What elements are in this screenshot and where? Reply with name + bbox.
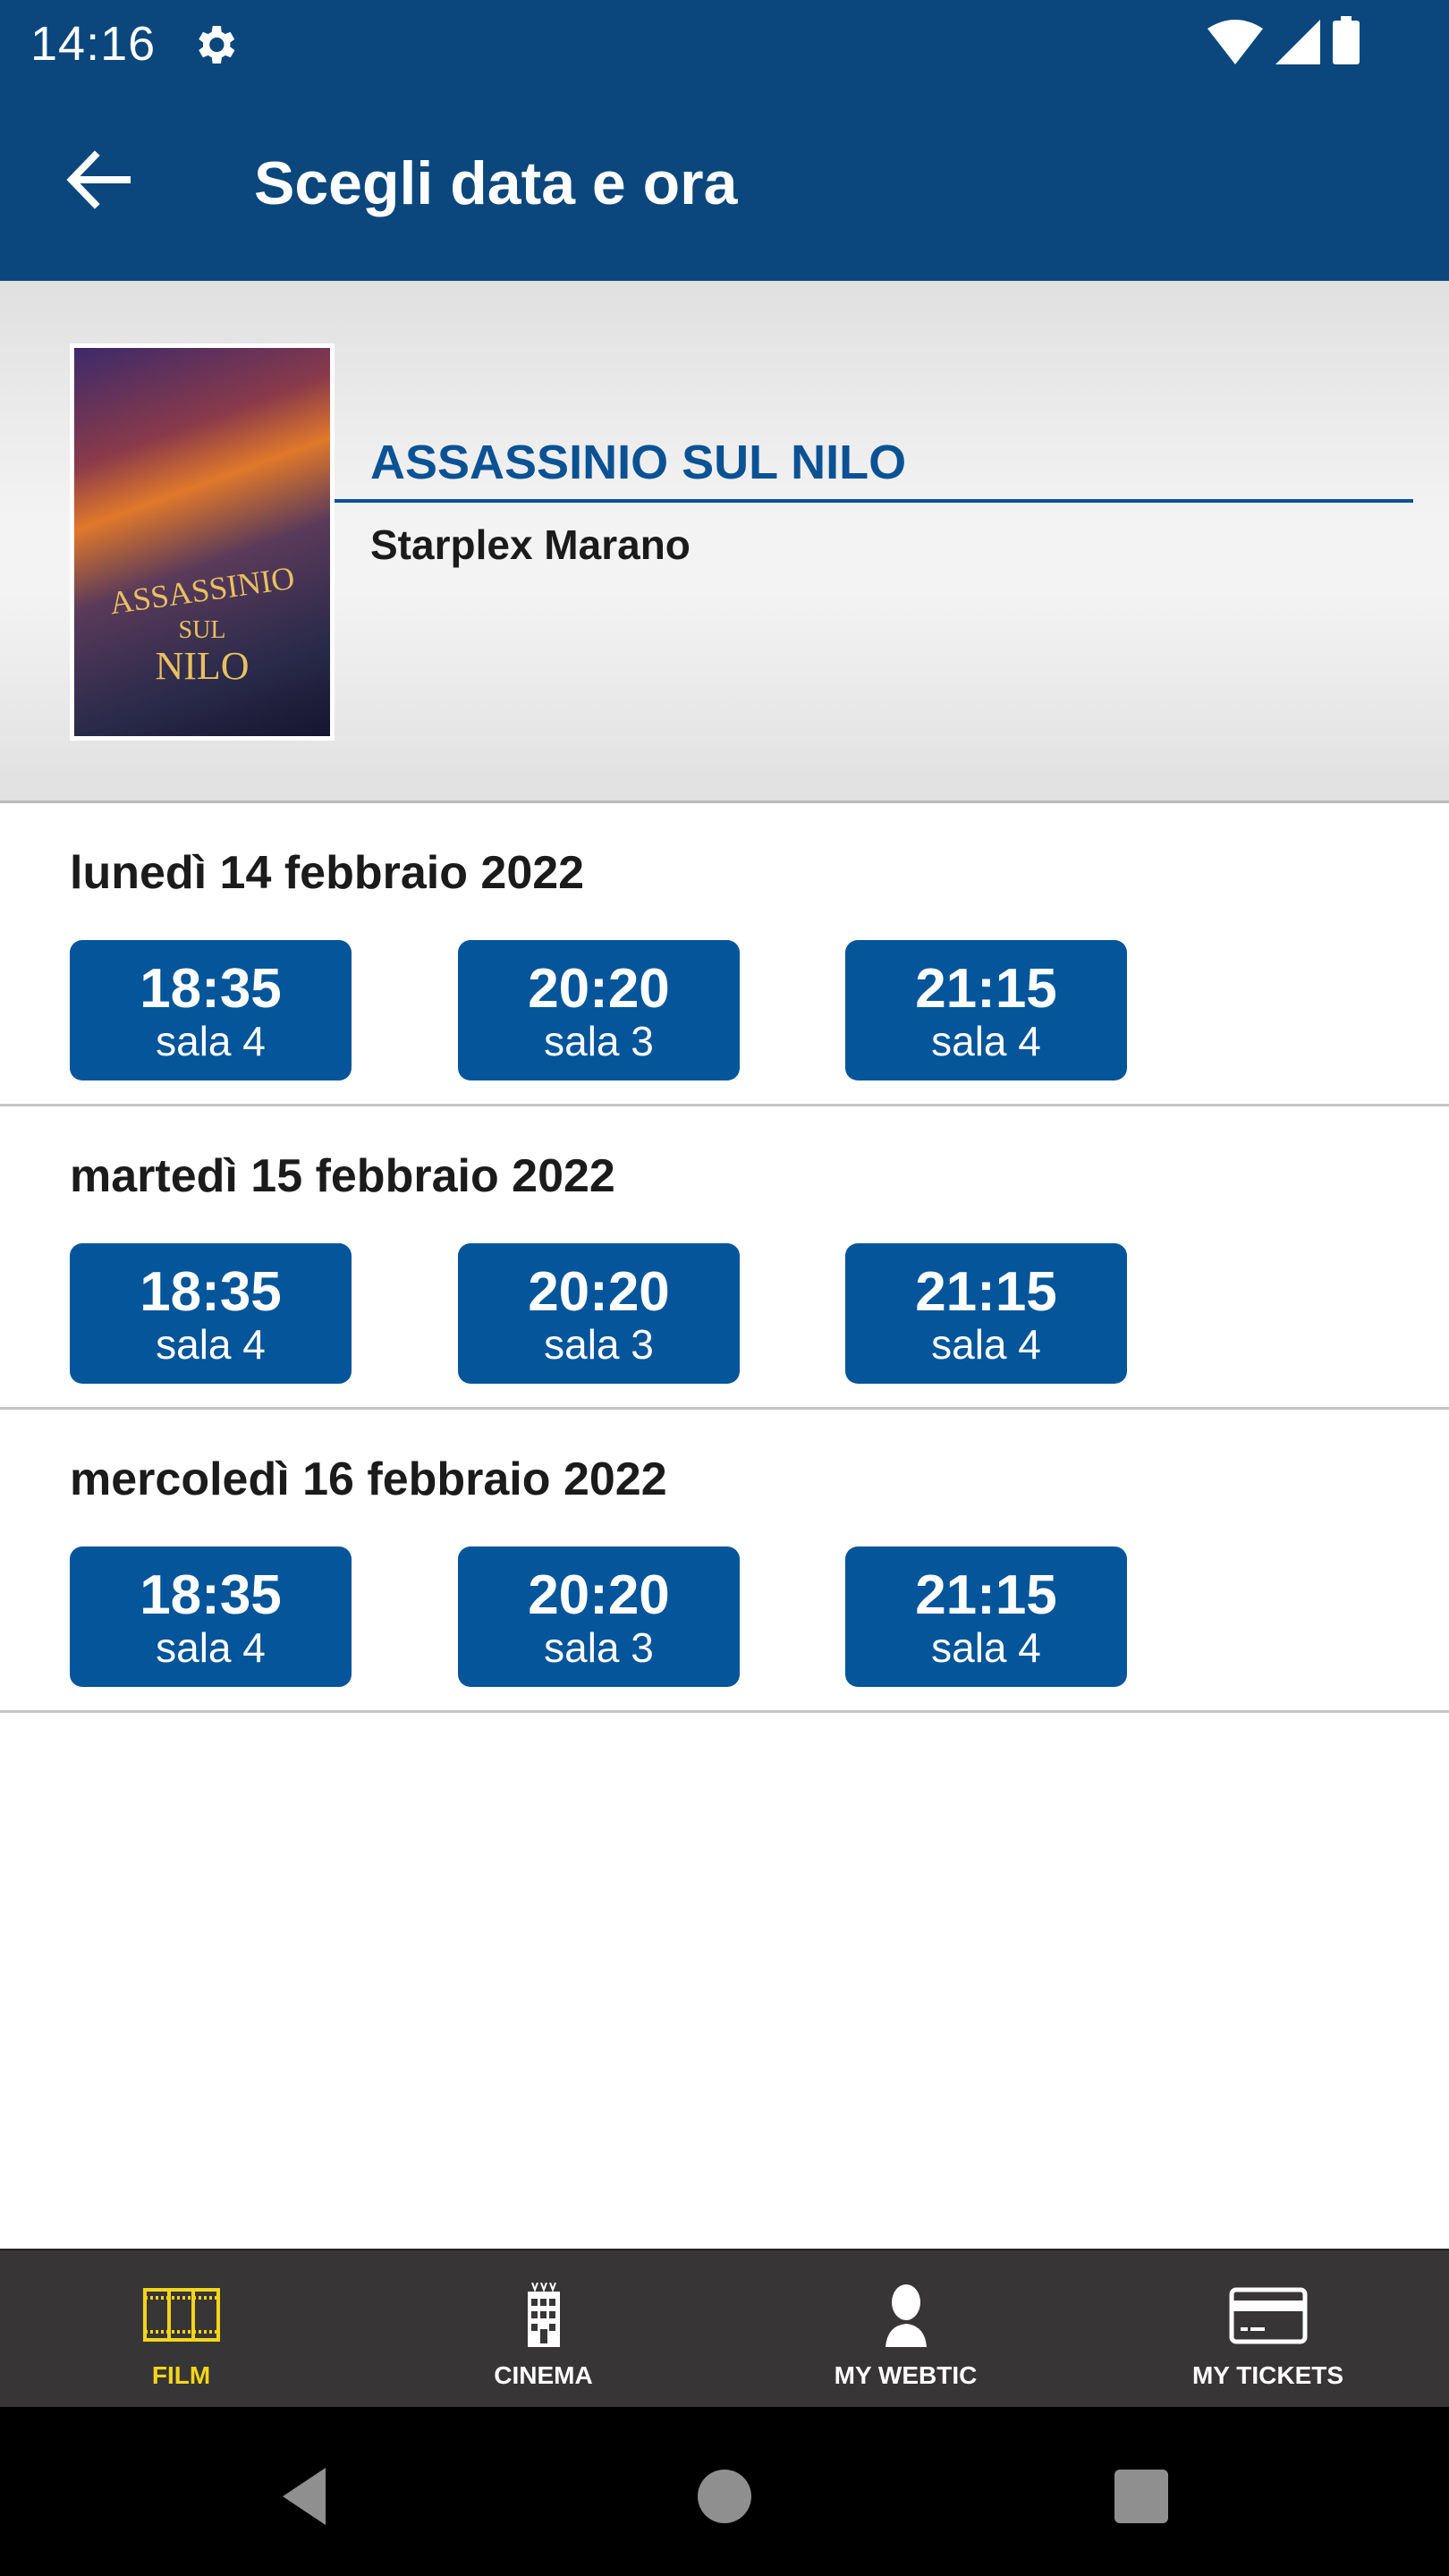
poster-text: SUL	[178, 616, 226, 644]
nav-label: MY WEBTIC	[834, 2361, 978, 2389]
showtime-time: 18:35	[140, 1564, 282, 1626]
title-divider	[335, 499, 1413, 503]
poster-image: ASSASSINIO SUL NILO	[74, 348, 330, 736]
showtime-button[interactable]: 21:15 sala 4	[845, 1546, 1127, 1687]
showtime-room: sala 3	[544, 1624, 654, 1671]
day-section: lunedì 14 febbraio 2022 18:35 sala 4 20:…	[0, 803, 1449, 1106]
film-strip-icon	[142, 2288, 220, 2342]
showtime-button[interactable]: 21:15 sala 4	[845, 1243, 1127, 1384]
showtime-room: sala 4	[931, 1321, 1041, 1368]
back-triangle-icon[interactable]	[268, 2461, 340, 2532]
showtime-time: 18:35	[140, 1261, 282, 1323]
day-date: mercoledì 16 febbraio 2022	[70, 1453, 667, 1505]
showtime-button[interactable]: 18:35 sala 4	[70, 1243, 352, 1384]
nav-label: CINEMA	[494, 2361, 593, 2389]
system-navigation-bar	[0, 2407, 1449, 2576]
day-date: martedì 15 febbraio 2022	[70, 1150, 615, 1202]
wifi-icon	[1208, 20, 1263, 64]
cinema-name: Starplex Marano	[370, 521, 691, 568]
signal-icon	[1275, 20, 1320, 64]
showtime-room: sala 4	[156, 1624, 266, 1671]
nav-item-my-webtic[interactable]: MY WEBTIC	[724, 2250, 1087, 2409]
app-bar: Scegli data e ora	[0, 86, 1449, 281]
nav-item-film[interactable]: FILM	[0, 2250, 362, 2409]
showtime-room: sala 4	[931, 1018, 1041, 1064]
gear-icon	[199, 26, 235, 64]
credit-card-icon	[1229, 2287, 1307, 2344]
showtime-button[interactable]: 18:35 sala 4	[70, 1546, 352, 1687]
home-circle-icon[interactable]	[689, 2461, 760, 2532]
day-section: martedì 15 febbraio 2022 18:35 sala 4 20…	[0, 1106, 1449, 1410]
page-title: Scegli data e ora	[254, 149, 738, 217]
showtime-button[interactable]: 20:20 sala 3	[458, 1243, 740, 1384]
nav-item-my-tickets[interactable]: MY TICKETS	[1087, 2250, 1449, 2409]
showtime-time: 20:20	[528, 1564, 670, 1626]
showtime-time: 18:35	[140, 958, 282, 1020]
movie-title: ASSASSINIO SUL NILO	[370, 436, 907, 489]
showtime-room: sala 4	[156, 1018, 266, 1064]
movie-card: ASSASSINIO SUL NILO ASSASSINIO SUL NILO …	[0, 281, 1449, 803]
showtime-button[interactable]: 20:20 sala 3	[458, 940, 740, 1080]
nav-label: MY TICKETS	[1191, 2361, 1344, 2389]
showtime-room: sala 4	[156, 1321, 266, 1368]
movie-poster[interactable]: ASSASSINIO SUL NILO	[70, 343, 335, 741]
showtime-time: 20:20	[528, 1261, 670, 1323]
user-icon	[885, 2284, 927, 2347]
battery-icon	[1333, 16, 1360, 64]
building-icon	[527, 2283, 560, 2347]
status-time: 14:16	[30, 17, 157, 71]
recents-square-icon[interactable]	[1106, 2461, 1177, 2532]
nav-item-cinema[interactable]: CINEMA	[362, 2250, 724, 2409]
showtime-time: 21:15	[915, 1564, 1057, 1626]
status-bar: 14:16	[0, 0, 1449, 86]
showtime-time: 21:15	[915, 958, 1057, 1020]
bottom-navigation: FILM CINEMA MY WEBTIC MY TICKETS	[0, 2249, 1449, 2407]
day-section: mercoledì 16 febbraio 2022 18:35 sala 4 …	[0, 1410, 1449, 1713]
system-icons	[1208, 16, 1360, 64]
showtime-room: sala 3	[544, 1321, 654, 1368]
day-date: lunedì 14 febbraio 2022	[70, 847, 585, 899]
nav-label: FILM	[151, 2361, 211, 2389]
showtime-time: 20:20	[528, 958, 670, 1020]
arrow-left-icon[interactable]	[63, 148, 134, 211]
poster-text: NILO	[155, 644, 250, 688]
showtime-room: sala 4	[931, 1624, 1041, 1671]
showtime-time: 21:15	[915, 1261, 1057, 1323]
showtime-button[interactable]: 20:20 sala 3	[458, 1546, 740, 1687]
showtime-button[interactable]: 21:15 sala 4	[845, 940, 1127, 1080]
showtime-room: sala 3	[544, 1018, 654, 1064]
showtime-button[interactable]: 18:35 sala 4	[70, 940, 352, 1080]
